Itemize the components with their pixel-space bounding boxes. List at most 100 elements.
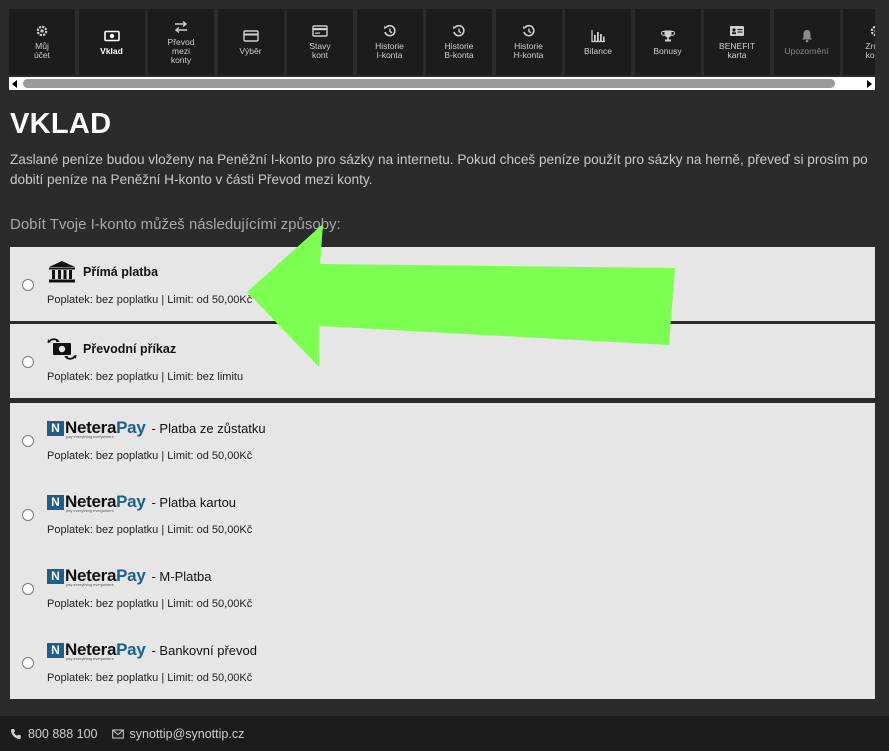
nav-item-label: Zrušitkonto (865, 42, 875, 60)
footer-phone[interactable]: 800 888 100 (10, 727, 98, 741)
payment-option-header: N NeteraPay pay everything everywhere - M-P… (47, 564, 211, 588)
footer-phone-number: 800 888 100 (28, 726, 98, 741)
payment-option[interactable]: N NeteraPay pay everything everywhere - M-P… (10, 551, 875, 625)
payment-option-fee-limit: Poplatek: bez poplatku | Limit: od 50,00… (47, 524, 253, 536)
nav-item-label: BENEFIT karta (719, 42, 755, 60)
payment-option-radio[interactable] (22, 583, 34, 595)
payment-option-header: N NeteraPay pay everything everywhere - Pla… (47, 416, 266, 440)
nav-item-label: Bonusy (653, 45, 682, 56)
nav-item-label: Výběr (239, 45, 262, 56)
nav-item-label-line: I-konta (376, 50, 403, 60)
neterapay-tagline: pay everything everywhere (66, 433, 114, 439)
page-title: VKLAD (10, 108, 112, 140)
scroll-left-arrow-icon[interactable] (12, 80, 17, 88)
payment-option-header: N NeteraPay pay everything everywhere - Pla… (47, 490, 236, 514)
cash-icon (103, 29, 120, 43)
nav-item-label-line: účet (33, 50, 51, 60)
nav-item-5[interactable]: Historie I-konta (356, 9, 423, 75)
nav-item-label-line: karta (727, 50, 747, 60)
payment-option-header: Přímá platba (47, 260, 158, 284)
neterapay-logo: N NeteraPay pay everything everywhere (47, 639, 146, 661)
payment-option[interactable]: N NeteraPay pay everything everywhere - Ban… (10, 625, 875, 699)
phone-icon (11, 728, 21, 739)
envelope-icon (111, 729, 124, 738)
nav-item-7[interactable]: Historie H-konta (495, 9, 562, 75)
payment-option-fee-limit: Poplatek: bez poplatku | Limit: od 50,00… (47, 294, 253, 306)
nav-item-label: Můj účet (34, 42, 50, 60)
nav-item-label: Bilance (584, 45, 612, 56)
payment-option-radio[interactable] (22, 657, 34, 669)
neterapay-n-mark: N (47, 642, 64, 658)
nav-item-label-line: B-konta (444, 50, 474, 60)
neterapay-n-mark: N (47, 494, 64, 510)
nav-scrollbar[interactable] (9, 77, 875, 90)
gear-icon (868, 24, 875, 38)
nav-item-0[interactable]: Můj účet (9, 9, 75, 75)
payment-option-fee-limit: Poplatek: bez poplatku | Limit: od 50,00… (47, 598, 253, 610)
nav-item-9[interactable]: Bonusy (634, 9, 701, 75)
nav-item-label: Historie H-konta (514, 42, 544, 60)
nav-item-12[interactable]: Zrušitkonto (843, 9, 875, 75)
nav-item-label-line: Bonusy (653, 45, 682, 56)
neterapay-word-pay: Pay (116, 639, 146, 659)
neterapay-wordmark: NeteraPay pay everything everywhere (65, 565, 146, 587)
payment-option-radio[interactable] (22, 509, 34, 521)
footer-email[interactable]: synottip@synottip.cz (111, 727, 244, 741)
payment-option-title: Přímá platba (83, 265, 159, 279)
nav-item-label-line: Výběr (239, 45, 262, 56)
nav-item-6[interactable]: Historie B-konta (426, 9, 492, 75)
nav-item-label-line: Upozornění (784, 45, 829, 56)
nav-item-8[interactable]: Bilance (565, 9, 631, 75)
nav-item-label-line: konto (865, 50, 875, 60)
transfer-icon (173, 20, 189, 34)
neterapay-n-mark: N (47, 420, 64, 436)
id-card-icon (729, 24, 745, 38)
nav-item-label: Převod mezi konty (168, 37, 195, 65)
nav-item-1[interactable]: Vklad (78, 9, 145, 75)
wallet-icon (312, 24, 328, 38)
neterapay-word-pay: Pay (116, 491, 146, 511)
neterapay-wordmark: NeteraPay pay everything everywhere (65, 639, 146, 661)
payment-option-title: - M-Platba (151, 568, 212, 584)
payment-option-radio[interactable] (22, 356, 34, 368)
nav-item-4[interactable]: Stavy kont (287, 9, 353, 75)
payment-option[interactable]: Převodní příkaz Poplatek: bez poplatku | … (10, 324, 875, 398)
nav-item-3[interactable]: Výběr (217, 9, 284, 75)
payment-option[interactable]: Přímá platba Poplatek: bez poplatku | Lim… (10, 247, 875, 321)
payment-option-radio[interactable] (22, 435, 34, 447)
scroll-thumb[interactable] (23, 79, 835, 88)
nav-item-label-line: Vklad (100, 45, 123, 56)
gear-icon (34, 24, 50, 38)
scroll-right-arrow-icon[interactable] (867, 80, 872, 88)
payment-methods-heading: Dobít Tvoje I-konto můžeš následujícími … (10, 216, 341, 233)
neterapay-n-mark: N (47, 568, 64, 584)
payment-option[interactable]: N NeteraPay pay everything everywhere - Pla… (10, 477, 875, 551)
payment-option-fee-limit: Poplatek: bez poplatku | Limit: od 50,00… (47, 450, 253, 462)
nav-item-label: Vklad (100, 45, 123, 56)
nav-item-11[interactable]: Upozornění (773, 9, 840, 75)
payment-option[interactable]: N NeteraPay pay everything everywhere - Pla… (10, 403, 875, 477)
neterapay-logo: N NeteraPay pay everything everywhere (47, 565, 146, 587)
history-icon (382, 24, 398, 38)
intro-text: Zaslané peníze budou vloženy na Peněžní … (10, 152, 868, 187)
nav-item-label: Upozornění (784, 45, 829, 56)
payment-option-title: - Bankovní převod (151, 642, 257, 658)
neterapay-tagline: pay everything everywhere (66, 581, 114, 587)
nav-item-label-line: kont (311, 50, 329, 60)
payment-option-radio[interactable] (22, 279, 34, 291)
nav-item-10[interactable]: BENEFIT karta (704, 9, 770, 75)
neterapay-wordmark: NeteraPay pay everything everywhere (65, 417, 146, 439)
history-icon (521, 24, 537, 38)
nav-item-label-line: H-konta (513, 50, 544, 60)
page: Můj účet Vklad Převod mezi konty Výběr Stavy kon… (0, 0, 889, 751)
neterapay-tagline: pay everything everywhere (66, 507, 114, 513)
money-transfer-icon (47, 337, 77, 361)
payment-option-title: - Platba kartou (151, 494, 237, 510)
neterapay-word-pay: Pay (116, 565, 146, 585)
nav-item-2[interactable]: Převod mezi konty (148, 9, 214, 75)
neterapay-word-pay: Pay (116, 417, 146, 437)
payment-option-fee-limit: Poplatek: bez poplatku | Limit: bez limi… (47, 371, 244, 383)
bank-icon (47, 260, 77, 284)
nav-item-label: Historie B-konta (444, 42, 473, 60)
nav-item-label-line: Bilance (584, 45, 612, 56)
